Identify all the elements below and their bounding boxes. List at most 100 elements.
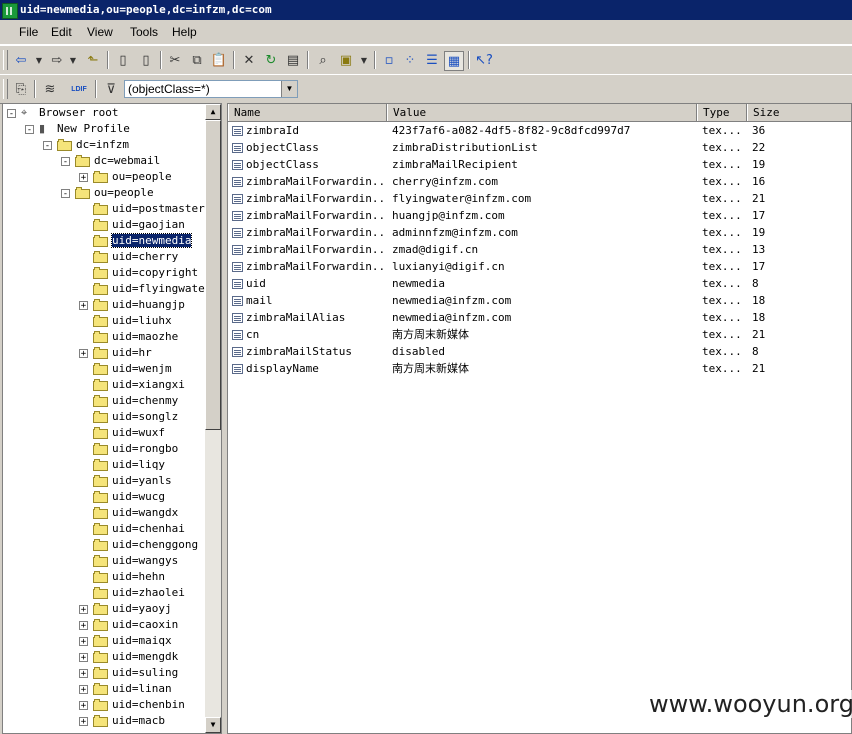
table-row[interactable]: objectClass zimbraMailRecipient tex... 19 — [228, 156, 851, 173]
tree-node[interactable]: uid=xiangxi — [93, 377, 185, 393]
expand-icon[interactable]: + — [79, 669, 88, 679]
column-header-value[interactable]: Value — [387, 104, 697, 121]
copy-icon[interactable]: ⧉ — [188, 51, 206, 69]
table-row[interactable]: zimbraMailForwardin... luxianyi@digif.cn t… — [228, 258, 851, 275]
scroll-down-icon[interactable]: ▼ — [205, 717, 221, 733]
expand-icon[interactable]: + — [79, 653, 88, 663]
table-row[interactable]: zimbraMailForwardin... zmad@digif.cn tex..… — [228, 241, 851, 258]
attribute-list[interactable]: Name Value Type Size zimbraId 423f7af6-a0… — [227, 103, 852, 734]
expand-icon[interactable]: + — [79, 621, 88, 631]
tree-node[interactable]: + uid=caoxin — [79, 617, 178, 633]
tree-node[interactable]: - ⌖ Browser root — [7, 105, 118, 121]
expand-icon[interactable]: + — [79, 605, 88, 615]
expand-icon[interactable]: + — [79, 301, 88, 311]
collapse-icon[interactable]: - — [61, 189, 70, 199]
connect-icon[interactable]: ▯ — [114, 51, 132, 69]
back-icon[interactable]: ⇦ — [12, 51, 30, 69]
disconnect-icon[interactable]: ▯ — [137, 51, 155, 69]
tree-node[interactable]: uid=wenjm — [93, 361, 172, 377]
collapse-icon[interactable]: - — [25, 125, 34, 135]
tree-node[interactable]: uid=songlz — [93, 409, 178, 425]
ldif-icon[interactable]: LDIF — [70, 80, 88, 98]
tree-node[interactable]: - ou=people — [61, 185, 154, 201]
tree-node[interactable]: uid=rongbo — [93, 441, 178, 457]
table-row[interactable]: objectClass zimbraDistributionList tex... 2… — [228, 139, 851, 156]
expand-icon[interactable]: + — [79, 717, 88, 727]
tree-node[interactable]: uid=chenggong — [93, 537, 198, 553]
column-header-name[interactable]: Name — [228, 104, 387, 121]
tree-node[interactable]: uid=liqy — [93, 457, 165, 473]
tree-node[interactable]: uid=wangys — [93, 553, 178, 569]
stack-icon[interactable]: ≋ — [41, 80, 59, 98]
tree-node[interactable]: uid=wangdx — [93, 505, 178, 521]
table-row[interactable]: zimbraMailForwardin... cherry@infzm.com te… — [228, 173, 851, 190]
tree-node[interactable]: + ou=people — [79, 169, 172, 185]
menu-view[interactable]: View — [87, 25, 113, 39]
table-row[interactable]: zimbraMailStatus disabled tex... 8 — [228, 343, 851, 360]
properties-icon[interactable]: ▤ — [284, 51, 302, 69]
menu-tools[interactable]: Tools — [130, 25, 158, 39]
tree-node[interactable]: uid=newmedia — [93, 233, 193, 249]
filter-dropdown-icon[interactable]: ▼ — [281, 81, 297, 97]
new-entry-icon[interactable]: ▣ — [337, 51, 355, 69]
expand-icon[interactable]: + — [79, 637, 88, 647]
details-view-icon[interactable]: ▦ — [444, 51, 464, 71]
tree-node[interactable]: + uid=linan — [79, 681, 172, 697]
tree-node[interactable]: + uid=huangjp — [79, 297, 185, 313]
tree-node[interactable]: - ▮ New Profile — [25, 121, 130, 137]
expand-icon[interactable]: + — [79, 685, 88, 695]
large-icons-icon[interactable]: ▫ — [380, 51, 398, 69]
list-view-icon[interactable]: ☰ — [423, 51, 441, 69]
search-icon[interactable]: ⌕ — [314, 51, 332, 69]
tree-node[interactable]: uid=chenmy — [93, 393, 178, 409]
tree-node[interactable]: uid=liuhx — [93, 313, 172, 329]
tree-node[interactable]: uid=yanls — [93, 473, 172, 489]
menu-file[interactable]: File — [19, 25, 38, 39]
export-icon[interactable]: ⎘ — [12, 80, 30, 98]
paste-icon[interactable]: 📋 — [210, 51, 228, 69]
scroll-up-icon[interactable]: ▲ — [205, 104, 221, 120]
tree-node[interactable]: - dc=webmail — [61, 153, 160, 169]
expand-icon[interactable]: + — [79, 173, 88, 183]
table-row[interactable]: zimbraId 423f7af6-a082-4df5-8f82-9c8dfcd9… — [228, 122, 851, 139]
tree-node[interactable]: + uid=macb — [79, 713, 165, 729]
help-pointer-icon[interactable]: ↖? — [475, 51, 493, 69]
scroll-thumb[interactable] — [205, 120, 221, 430]
tree-node[interactable]: uid=zhaolei — [93, 585, 185, 601]
tree-node[interactable]: + uid=hr — [79, 345, 152, 361]
tree-node[interactable]: uid=chenhai — [93, 521, 185, 537]
table-row[interactable]: zimbraMailForwardin... flyingwater@infzm.… — [228, 190, 851, 207]
tree-node[interactable]: uid=gaojian — [93, 217, 185, 233]
collapse-icon[interactable]: - — [7, 109, 16, 119]
delete-icon[interactable]: ✕ — [240, 51, 258, 69]
tree-node[interactable]: uid=maozhe — [93, 329, 178, 345]
tree-node[interactable]: uid=postmaster — [93, 201, 205, 217]
collapse-icon[interactable]: - — [43, 141, 52, 151]
cut-icon[interactable]: ✂ — [166, 51, 184, 69]
refresh-icon[interactable]: ↻ — [262, 51, 280, 69]
tree-node[interactable]: uid=hehn — [93, 569, 165, 585]
tree-node[interactable]: uid=copyright — [93, 265, 198, 281]
column-header-type[interactable]: Type — [697, 104, 747, 121]
table-row[interactable]: mail newmedia@infzm.com tex... 18 — [228, 292, 851, 309]
menu-help[interactable]: Help — [172, 25, 197, 39]
tree-node[interactable]: + uid=yaoyj — [79, 601, 172, 617]
up-folder-icon[interactable]: ⬑ — [84, 51, 102, 69]
table-row[interactable]: zimbraMailForwardin... adminnfzm@infzm.co… — [228, 224, 851, 241]
tree-scrollbar[interactable]: ▲ ▼ — [205, 104, 221, 733]
table-row[interactable]: zimbraMailForwardin... huangjp@infzm.com t… — [228, 207, 851, 224]
tree-node[interactable]: - dc=infzm — [43, 137, 129, 153]
forward-dropdown-icon[interactable]: ▼ — [64, 51, 82, 69]
table-row[interactable]: zimbraMailAlias newmedia@infzm.com tex... 1… — [228, 309, 851, 326]
tree-node[interactable]: uid=flyingwater — [93, 281, 211, 297]
table-row[interactable]: cn 南方周末新媒体 tex... 21 — [228, 326, 851, 343]
expand-icon[interactable]: + — [79, 701, 88, 711]
tree-node[interactable]: uid=wucg — [93, 489, 165, 505]
tree-node[interactable]: uid=cherry — [93, 249, 178, 265]
new-dropdown-icon[interactable]: ▼ — [355, 51, 373, 69]
tree-node[interactable]: + uid=mengdk — [79, 649, 178, 665]
expand-icon[interactable]: + — [79, 349, 88, 359]
tree-node[interactable]: + uid=maiqx — [79, 633, 172, 649]
directory-tree[interactable]: - ⌖ Browser root - ▮ New Profile - dc=infzm - dc=… — [2, 103, 222, 734]
menu-edit[interactable]: Edit — [51, 25, 72, 39]
